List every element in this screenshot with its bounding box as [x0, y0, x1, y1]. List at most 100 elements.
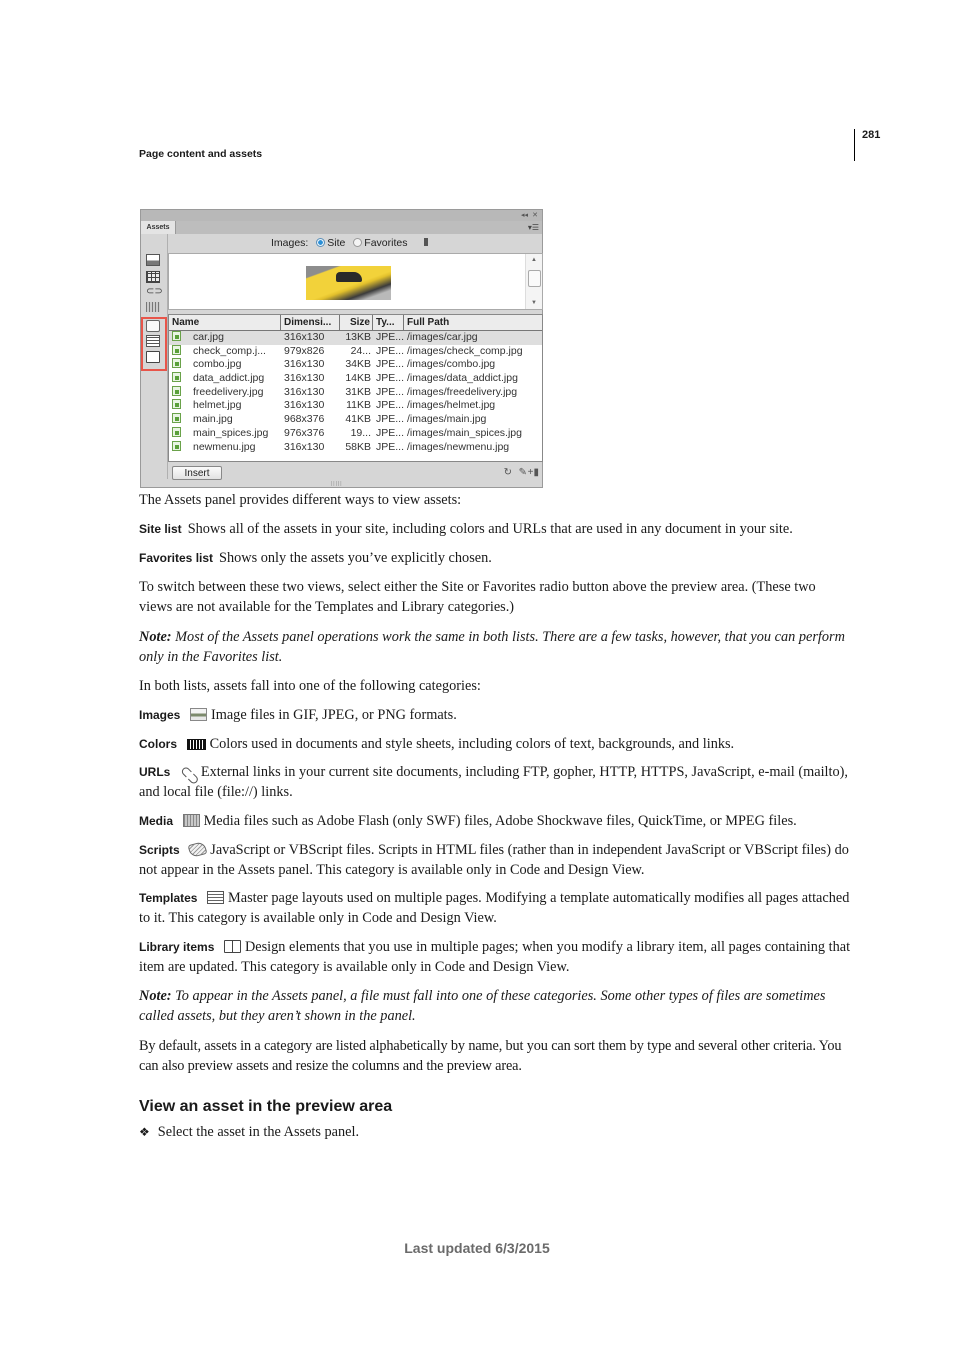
cell-dimensions: 316x130 — [284, 372, 325, 385]
image-file-icon — [172, 426, 181, 437]
column-header-name[interactable]: Name — [169, 315, 281, 330]
images-category-icon[interactable] — [146, 254, 160, 266]
cell-full-path: /images/helmet.jpg — [407, 399, 496, 412]
category-term: Colors — [139, 737, 178, 751]
file-name: data_addict.jpg — [193, 372, 265, 385]
cell-full-path: /images/main_spices.jpg — [407, 426, 522, 439]
cell-full-path: /images/check_comp.jpg — [407, 344, 523, 357]
image-file-icon — [172, 440, 181, 451]
cell-full-path: /images/freedelivery.jpg — [407, 385, 518, 398]
column-header-dimensions[interactable]: Dimensi... — [281, 315, 340, 330]
refresh-icon[interactable]: ↻ — [504, 467, 512, 478]
edit-icon[interactable]: ✎ — [519, 467, 527, 478]
cell-full-path: /images/data_addict.jpg — [407, 372, 518, 385]
cell-full-path: /images/combo.jpg — [407, 358, 496, 371]
panel-menu-icon[interactable]: ▾☰ — [528, 221, 539, 234]
category-label: Images: — [271, 237, 309, 249]
image-file-icon — [172, 399, 181, 410]
column-header-size[interactable]: Size — [340, 315, 373, 330]
cell-name: main_spices.jpg — [169, 426, 281, 441]
step-bullet: ❖ Select the asset in the Assets panel. — [139, 1122, 851, 1142]
cell-full-path: /images/main.jpg — [407, 413, 487, 426]
cell-type: JPE... — [376, 358, 404, 371]
cell-size: 34KB — [345, 358, 371, 371]
category-text: JavaScript or VBScript files. Scripts in… — [139, 842, 849, 878]
favorites-list-definition: Favorites list Shows only the assets you’… — [139, 548, 851, 568]
category-highlight-box — [141, 317, 167, 371]
car-preview-image — [306, 266, 391, 300]
cell-size: 58KB — [345, 440, 371, 453]
panel-tabbar: Assets ▾☰ — [141, 221, 542, 234]
bullet-icon: ❖ — [139, 1125, 150, 1139]
category-toolbar: ⊂⊃ — [141, 234, 168, 479]
cell-type: JPE... — [376, 413, 404, 426]
file-name: check_comp.j... — [193, 344, 266, 357]
site-list-definition: Site list Shows all of the assets in your… — [139, 519, 851, 539]
table-row[interactable]: freedelivery.jpg 316x130 31KB JPE.../images… — [169, 385, 542, 400]
image-file-icon — [172, 372, 181, 383]
table-row[interactable]: newmenu.jpg 316x130 58KB JPE.../images/newm… — [169, 440, 542, 455]
scroll-up-icon[interactable]: ▲ — [526, 257, 542, 263]
cell-dimensions: 976x376 — [284, 426, 325, 439]
category-text: External links in your current site docu… — [139, 764, 848, 800]
cell-size: 41KB — [345, 413, 371, 426]
image-icon — [189, 708, 207, 721]
cell-name: freedelivery.jpg — [169, 385, 281, 400]
category-urls: URLs ⊂⊃External links in your current si… — [139, 762, 851, 802]
favorites-radio-label[interactable]: Favorites — [364, 237, 407, 249]
file-name: newmenu.jpg — [193, 440, 256, 453]
table-row[interactable]: helmet.jpg 316x130 11KB JPE.../images/helme… — [169, 399, 542, 413]
table-row[interactable]: main_spices.jpg 976x376 19... JPE.../images… — [169, 426, 542, 441]
cell-type: JPE... — [376, 344, 404, 357]
column-header-full-path[interactable]: Full Path — [404, 315, 542, 330]
insert-button[interactable]: Insert — [172, 466, 222, 480]
urls-category-icon[interactable]: ⊂⊃ — [146, 286, 163, 298]
intro-paragraph: The Assets panel provides different ways… — [139, 492, 462, 508]
collapse-icon[interactable]: ◂◂ — [521, 210, 528, 221]
assets-panel: ◂◂ ✕ Assets ▾☰ ⊂⊃ Images: Site Favorites… — [140, 209, 543, 488]
table-row[interactable]: car.jpg 316x130 13KB JPE.../images/car.jpg — [169, 331, 542, 345]
table-row[interactable]: check_comp.j... 979x826 24... JPE.../images… — [169, 344, 542, 359]
scroll-down-icon[interactable]: ▼ — [526, 300, 542, 306]
table-row[interactable]: combo.jpg 316x130 34KB JPE.../images/combo.… — [169, 358, 542, 372]
cell-dimensions: 316x130 — [284, 385, 325, 398]
note-label: Note: — [139, 988, 172, 1004]
cell-dimensions: 968x376 — [284, 413, 325, 426]
site-list-text: Shows all of the assets in your site, in… — [187, 521, 793, 537]
site-radio[interactable] — [316, 238, 326, 247]
add-to-favorites-icon[interactable]: +▮ — [528, 467, 539, 478]
category-colors: Colors Colors used in documents and styl… — [139, 734, 851, 754]
media-category-icon[interactable] — [146, 302, 160, 312]
script-scroll-icon — [187, 841, 208, 858]
file-name: main.jpg — [193, 413, 233, 426]
categories-intro: In both lists, assets fall into one of t… — [139, 678, 481, 694]
file-name: freedelivery.jpg — [193, 385, 264, 398]
close-icon[interactable]: ✕ — [532, 210, 538, 221]
film-icon — [182, 814, 200, 827]
note-paragraph-1: Note: Most of the Assets panel operation… — [139, 627, 851, 667]
cell-size: 14KB — [345, 372, 371, 385]
category-text: Design elements that you use in multiple… — [139, 939, 851, 975]
preview-scrollbar[interactable]: ▲ ▼ — [525, 254, 542, 309]
cell-size: 19... — [350, 426, 371, 439]
cell-dimensions: 316x130 — [284, 399, 325, 412]
book-icon — [223, 940, 241, 953]
site-radio-label[interactable]: Site — [327, 237, 345, 249]
category-term: Media — [139, 814, 174, 828]
table-row[interactable]: main.jpg 968x376 41KB JPE.../images/main.jp… — [169, 413, 542, 427]
image-file-icon — [172, 331, 181, 341]
table-row[interactable]: data_addict.jpg 316x130 14KB JPE.../images/… — [169, 372, 542, 386]
scroll-thumb[interactable] — [528, 270, 541, 287]
image-file-icon — [172, 358, 181, 369]
favorites-radio[interactable] — [353, 238, 363, 247]
column-header-type[interactable]: Ty... — [373, 315, 404, 330]
resize-grip[interactable]: ||||| — [331, 481, 343, 487]
bookmark-icon[interactable] — [424, 238, 429, 246]
favorites-list-term: Favorites list — [139, 551, 214, 565]
cell-type: JPE... — [376, 372, 404, 385]
cell-size: 13KB — [345, 331, 371, 343]
colors-category-icon[interactable] — [146, 271, 160, 283]
tab-assets[interactable]: Assets — [141, 221, 176, 234]
file-name: combo.jpg — [193, 358, 242, 371]
assets-table: Name Dimensi... Size Ty... Full Path car… — [168, 314, 543, 462]
